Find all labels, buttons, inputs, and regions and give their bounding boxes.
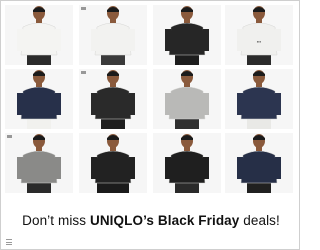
- product-tile[interactable]: [79, 69, 147, 129]
- product-tile[interactable]: [225, 133, 293, 193]
- model-image: [79, 5, 147, 65]
- brand-logo-icon: [7, 135, 12, 138]
- model-image: ▪▪▪: [225, 5, 293, 65]
- model-image: [153, 133, 221, 193]
- headline-event: Black Friday: [157, 213, 240, 228]
- ad-headline[interactable]: Don’t miss UNIQLO’s Black Friday deals!: [1, 213, 301, 228]
- product-tile[interactable]: [5, 69, 73, 129]
- model-image: [153, 5, 221, 65]
- product-tile[interactable]: [79, 5, 147, 65]
- svg-text:▪▪▪: ▪▪▪: [257, 39, 262, 44]
- headline-suffix: deals!: [239, 213, 280, 228]
- product-tile[interactable]: [5, 5, 73, 65]
- model-image: [5, 133, 73, 193]
- headline-brand: UNIQLO’s: [89, 213, 155, 228]
- headline-prefix: Don’t miss: [22, 213, 90, 228]
- model-image: [5, 69, 73, 129]
- menu-icon[interactable]: [6, 239, 12, 245]
- product-tile[interactable]: [153, 133, 221, 193]
- ad-banner[interactable]: ▪▪▪ Don’t miss UNIQLO’s Black Friday dea…: [0, 0, 300, 250]
- brand-logo-icon: [81, 7, 86, 10]
- brand-logo-icon: [81, 71, 86, 74]
- model-image: [79, 69, 147, 129]
- model-image: [79, 133, 147, 193]
- product-grid: ▪▪▪: [5, 5, 295, 197]
- model-image: [153, 69, 221, 129]
- product-tile[interactable]: [5, 133, 73, 193]
- model-image: [5, 5, 73, 65]
- product-tile[interactable]: [225, 69, 293, 129]
- product-tile[interactable]: [153, 5, 221, 65]
- product-tile[interactable]: [153, 69, 221, 129]
- product-tile[interactable]: [79, 133, 147, 193]
- model-image: [225, 133, 293, 193]
- model-image: [225, 69, 293, 129]
- product-tile[interactable]: ▪▪▪: [225, 5, 293, 65]
